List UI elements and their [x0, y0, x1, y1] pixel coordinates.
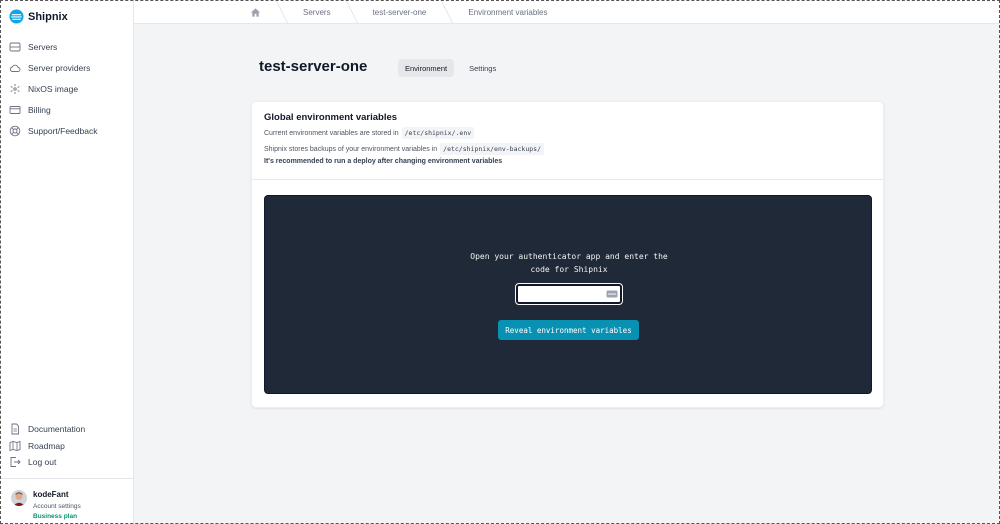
breadcrumb-servers[interactable]: Servers: [303, 8, 331, 17]
topbar: Servers test-server-one Environment vari…: [134, 0, 1000, 24]
auth-prompt: Open your authenticator app and enter th…: [265, 251, 873, 276]
breadcrumb-server[interactable]: test-server-one: [373, 8, 427, 17]
sidebar-item-servers[interactable]: Servers: [0, 37, 134, 58]
server-icon: [9, 42, 21, 52]
nixos-icon: [10, 83, 20, 94]
avatar[interactable]: [11, 490, 27, 506]
breadcrumb-separator-icon: [275, 0, 289, 24]
env-card: Global environment variables Current env…: [251, 101, 884, 408]
cloud-icon: [10, 64, 21, 73]
auth-panel: Open your authenticator app and enter th…: [264, 195, 872, 394]
document-icon: [11, 423, 19, 435]
sidebar-item-label: Servers: [28, 42, 58, 53]
plan-badge: Business plan: [33, 513, 78, 520]
sidebar-item-nixos-image[interactable]: NixOS image: [0, 79, 134, 100]
sidebar-item-label: Log out: [28, 457, 57, 468]
reveal-env-button[interactable]: Reveal environment variables: [498, 320, 639, 340]
credit-card-icon: [9, 105, 21, 114]
env-path-line: Current environment variables are stored…: [264, 127, 475, 139]
avatar-image: [11, 490, 27, 506]
sidebar-item-billing[interactable]: Billing: [0, 99, 134, 120]
sidebar-item-log-out[interactable]: Log out: [0, 454, 134, 471]
sidebar-item-support-feedback[interactable]: Support/Feedback: [0, 120, 134, 141]
sidebar: Shipnix Servers Server providers NixOS i…: [0, 0, 134, 524]
lifebuoy-icon: [9, 125, 21, 136]
tab-settings[interactable]: Settings: [462, 59, 503, 77]
page-title: test-server-one: [259, 58, 368, 75]
shipnix-logo-icon: [9, 9, 24, 24]
user-name: kodeFant: [33, 490, 69, 499]
sidebar-item-label: Roadmap: [28, 440, 65, 451]
env-card-title: Global environment variables: [264, 112, 398, 123]
env-path-text: Current environment variables are stored…: [264, 129, 399, 137]
sidebar-item-label: Billing: [28, 104, 51, 115]
sidebar-item-documentation[interactable]: Documentation: [0, 421, 134, 438]
breadcrumb-separator-icon: [345, 0, 359, 24]
breadcrumb-separator-icon: [440, 0, 454, 24]
sidebar-nav: Servers Server providers NixOS image Bil…: [0, 37, 134, 141]
page-tabs: Environment Settings: [398, 59, 503, 77]
env-backup-line: Shipnix stores backups of your environme…: [264, 143, 544, 155]
sidebar-item-server-providers[interactable]: Server providers: [0, 58, 134, 79]
deploy-recommendation: It's recommended to run a deploy after c…: [264, 158, 503, 165]
app-logo[interactable]: Shipnix: [9, 9, 68, 24]
sidebar-item-label: Support/Feedback: [28, 125, 98, 136]
account-settings-link[interactable]: Account settings: [33, 503, 81, 510]
env-backup-text: Shipnix stores backups of your environme…: [264, 145, 438, 153]
env-card-header: Global environment variables Current env…: [252, 102, 883, 180]
user-profile: kodeFant Account settings Business plan: [0, 478, 134, 524]
sidebar-item-label: Server providers: [28, 63, 91, 74]
env-backup-code: /etc/shipnix/env-backups/: [440, 143, 544, 155]
breadcrumb-environment-variables[interactable]: Environment variables: [468, 8, 547, 17]
env-path-code: /etc/shipnix/.env: [401, 127, 475, 139]
sidebar-item-label: Documentation: [28, 424, 86, 435]
tab-environment[interactable]: Environment: [398, 59, 455, 77]
app-name: Shipnix: [28, 10, 68, 23]
auth-prompt-line-2: code for Shipnix: [530, 264, 608, 274]
logout-icon: [10, 457, 21, 468]
map-icon: [9, 440, 21, 451]
home-icon[interactable]: [250, 7, 261, 18]
sidebar-item-label: NixOS image: [28, 83, 79, 94]
sidebar-bottom-nav: Documentation Roadmap Log out: [0, 421, 134, 471]
breadcrumb: Servers test-server-one Environment vari…: [250, 0, 548, 24]
password-manager-icon[interactable]: [606, 290, 618, 298]
auth-prompt-line-1: Open your authenticator app and enter th…: [470, 252, 668, 261]
sidebar-item-roadmap[interactable]: Roadmap: [0, 438, 134, 455]
